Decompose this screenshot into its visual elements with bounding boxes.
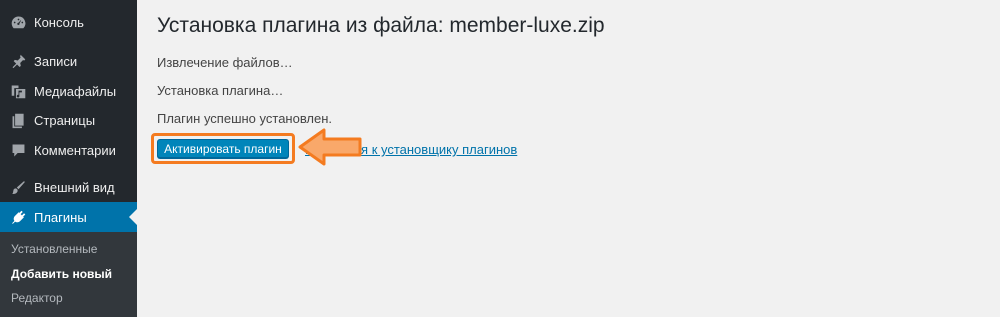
- pages-icon: [8, 110, 28, 130]
- sidebar-item-dashboard[interactable]: Консоль: [0, 7, 137, 37]
- status-message-success: Плагин успешно установлен.: [157, 111, 333, 126]
- sidebar-item-pages[interactable]: Страницы: [0, 105, 137, 135]
- sidebar-item-appearance[interactable]: Внешний вид: [0, 172, 137, 202]
- status-message-installing: Установка плагина…: [157, 83, 284, 98]
- sidebar-item-label: Плагины: [34, 209, 87, 225]
- sidebar-item-label: Медиафайлы: [34, 83, 117, 99]
- sidebar-item-label: Страницы: [34, 112, 96, 128]
- dashboard-icon: [8, 12, 28, 32]
- pin-icon: [8, 51, 28, 71]
- active-indicator: [129, 209, 137, 225]
- submenu-item-editor[interactable]: Редактор: [11, 291, 63, 305]
- activate-button-highlight: Активировать плагин: [151, 133, 295, 164]
- sidebar-item-label: Внешний вид: [34, 179, 115, 195]
- status-message-unpacking: Извлечение файлов…: [157, 55, 293, 70]
- sidebar-item-label: Комментарии: [34, 142, 116, 158]
- media-icon: [8, 81, 28, 101]
- sidebar-item-media[interactable]: Медиафайлы: [0, 76, 137, 106]
- submenu-item-installed[interactable]: Установленные: [11, 242, 97, 256]
- plugins-icon: [8, 207, 28, 227]
- submenu-item-add-new[interactable]: Добавить новый: [11, 267, 112, 281]
- appearance-icon: [8, 177, 28, 197]
- sidebar-item-plugins[interactable]: Плагины: [0, 202, 137, 232]
- plugins-submenu: Установленные Добавить новый Редактор: [0, 232, 137, 317]
- sidebar-item-label: Консоль: [34, 14, 84, 30]
- page-title: Установка плагина из файла: member-luxe.…: [157, 14, 605, 37]
- sidebar-item-label: Записи: [34, 53, 78, 69]
- pointer-arrow-icon: [298, 128, 362, 166]
- activate-plugin-button[interactable]: Активировать плагин: [157, 139, 289, 158]
- comments-icon: [8, 140, 28, 160]
- sidebar-item-posts[interactable]: Записи: [0, 46, 137, 76]
- sidebar-item-comments[interactable]: Комментарии: [0, 135, 137, 165]
- admin-sidebar: Консоль Записи Медиафайлы Страницы Комме…: [0, 0, 137, 317]
